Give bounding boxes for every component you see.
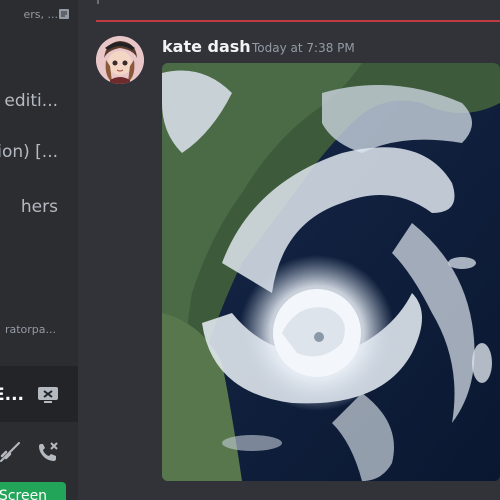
new-messages-divider	[96, 20, 500, 22]
avatar-image	[96, 36, 144, 84]
screen-share-icon[interactable]	[37, 386, 59, 404]
disconnect-call-icon[interactable]	[36, 440, 60, 464]
reply-icon	[97, 0, 100, 4]
voice-status-label: E...	[0, 385, 24, 405]
sidebar-item-4[interactable]: ratorpa...	[5, 323, 56, 336]
satellite-image-art	[162, 63, 500, 481]
sidebar-item-2[interactable]: ion) [...	[0, 142, 58, 162]
message-timestamp: Today at 7:38 PM	[252, 41, 355, 55]
mic-muted-icon[interactable]	[0, 442, 20, 462]
message-username[interactable]: kate dash	[162, 37, 251, 56]
hurricane-satellite-image[interactable]	[162, 63, 500, 481]
screen-share-button[interactable]: Screen	[0, 482, 66, 500]
previous-message-strip	[78, 0, 500, 22]
avatar[interactable]	[96, 36, 144, 84]
sidebar-item-1[interactable]: editi...	[4, 91, 58, 111]
channel-sidebar: ers, ... editi... ion) [... hers ratorpa…	[0, 0, 78, 500]
voice-status-panel: E...	[0, 366, 78, 422]
voice-controls	[0, 430, 78, 474]
doc-icon[interactable]	[58, 8, 70, 20]
sidebar-item-3[interactable]: hers	[21, 197, 58, 217]
sidebar-top: ers, ...	[0, 0, 78, 28]
sidebar-subtext: ers, ...	[23, 8, 58, 21]
